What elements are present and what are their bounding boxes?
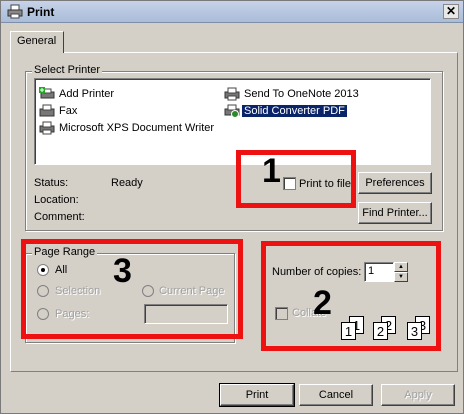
- selection-label: Selection: [55, 285, 101, 297]
- current-page-radio[interactable]: [142, 285, 154, 297]
- all-radio[interactable]: [37, 264, 49, 276]
- copies-input[interactable]: 1: [364, 262, 394, 282]
- printer-name: Send To OneNote 2013: [244, 88, 359, 100]
- printer-icon: [39, 121, 55, 135]
- collate-page: 2: [373, 322, 388, 340]
- window-title: Print: [27, 5, 55, 19]
- apply-button[interactable]: Apply: [381, 384, 455, 406]
- printer-icon: [224, 87, 240, 101]
- printer-name: Microsoft XPS Document Writer: [59, 122, 215, 134]
- tab-general[interactable]: General: [10, 31, 64, 53]
- print-dialog: Print ✕ General Select Printer Add Print…: [0, 0, 464, 414]
- status-value: Ready: [111, 177, 143, 189]
- cancel-button[interactable]: Cancel: [299, 384, 373, 406]
- annotation-number-1: 1: [262, 152, 281, 190]
- selection-radio[interactable]: [37, 285, 49, 297]
- find-printer-button[interactable]: Find Printer...: [358, 202, 432, 224]
- comment-label: Comment:: [34, 211, 85, 223]
- location-label: Location:: [34, 194, 79, 206]
- page-range-legend: Page Range: [32, 246, 98, 258]
- printer-item-xps[interactable]: Microsoft XPS Document Writer: [39, 121, 216, 137]
- default-printer-icon: [224, 104, 240, 118]
- preferences-button[interactable]: Preferences: [358, 172, 432, 194]
- collate-page: 1: [341, 322, 356, 340]
- number-of-copies-label: Number of copies:: [272, 266, 362, 278]
- fax-icon: [39, 104, 55, 117]
- printer-item-onenote[interactable]: Send To OneNote 2013: [224, 87, 361, 103]
- printer-item-add-printer[interactable]: Add Printer: [39, 87, 116, 103]
- title-bar[interactable]: Print ✕: [1, 1, 463, 23]
- annotation-number-3: 3: [113, 252, 132, 290]
- printer-list[interactable]: Add Printer Fax Microsoft XPS Document W…: [34, 78, 431, 165]
- all-label: All: [55, 264, 68, 276]
- close-button[interactable]: ✕: [443, 4, 459, 19]
- printer-name: Fax: [59, 105, 78, 117]
- collate-checkbox[interactable]: [275, 307, 288, 320]
- copies-down-button[interactable]: ▼: [394, 272, 408, 282]
- printer-icon: [7, 4, 23, 19]
- printer-name: Solid Converter PDF: [241, 104, 348, 118]
- add-printer-icon: [39, 87, 55, 99]
- print-to-file-label: Print to file: [299, 178, 351, 190]
- collate-page: 3: [407, 322, 422, 340]
- copies-up-button[interactable]: ▲: [394, 262, 408, 272]
- printer-item-fax[interactable]: Fax: [39, 104, 79, 120]
- status-label: Status:: [34, 177, 69, 189]
- print-button[interactable]: Print: [219, 383, 295, 407]
- printer-item-solid-converter-pdf[interactable]: Solid Converter PDF: [224, 104, 348, 120]
- pages-radio[interactable]: [37, 308, 49, 320]
- select-printer-legend: Select Printer: [32, 64, 103, 76]
- printer-name: Add Printer: [59, 88, 115, 100]
- pages-label: Pages:: [55, 308, 90, 320]
- print-to-file-checkbox[interactable]: [283, 177, 296, 190]
- annotation-number-2: 2: [313, 284, 332, 322]
- pages-input[interactable]: [144, 304, 228, 324]
- current-page-label: Current Page: [159, 285, 225, 297]
